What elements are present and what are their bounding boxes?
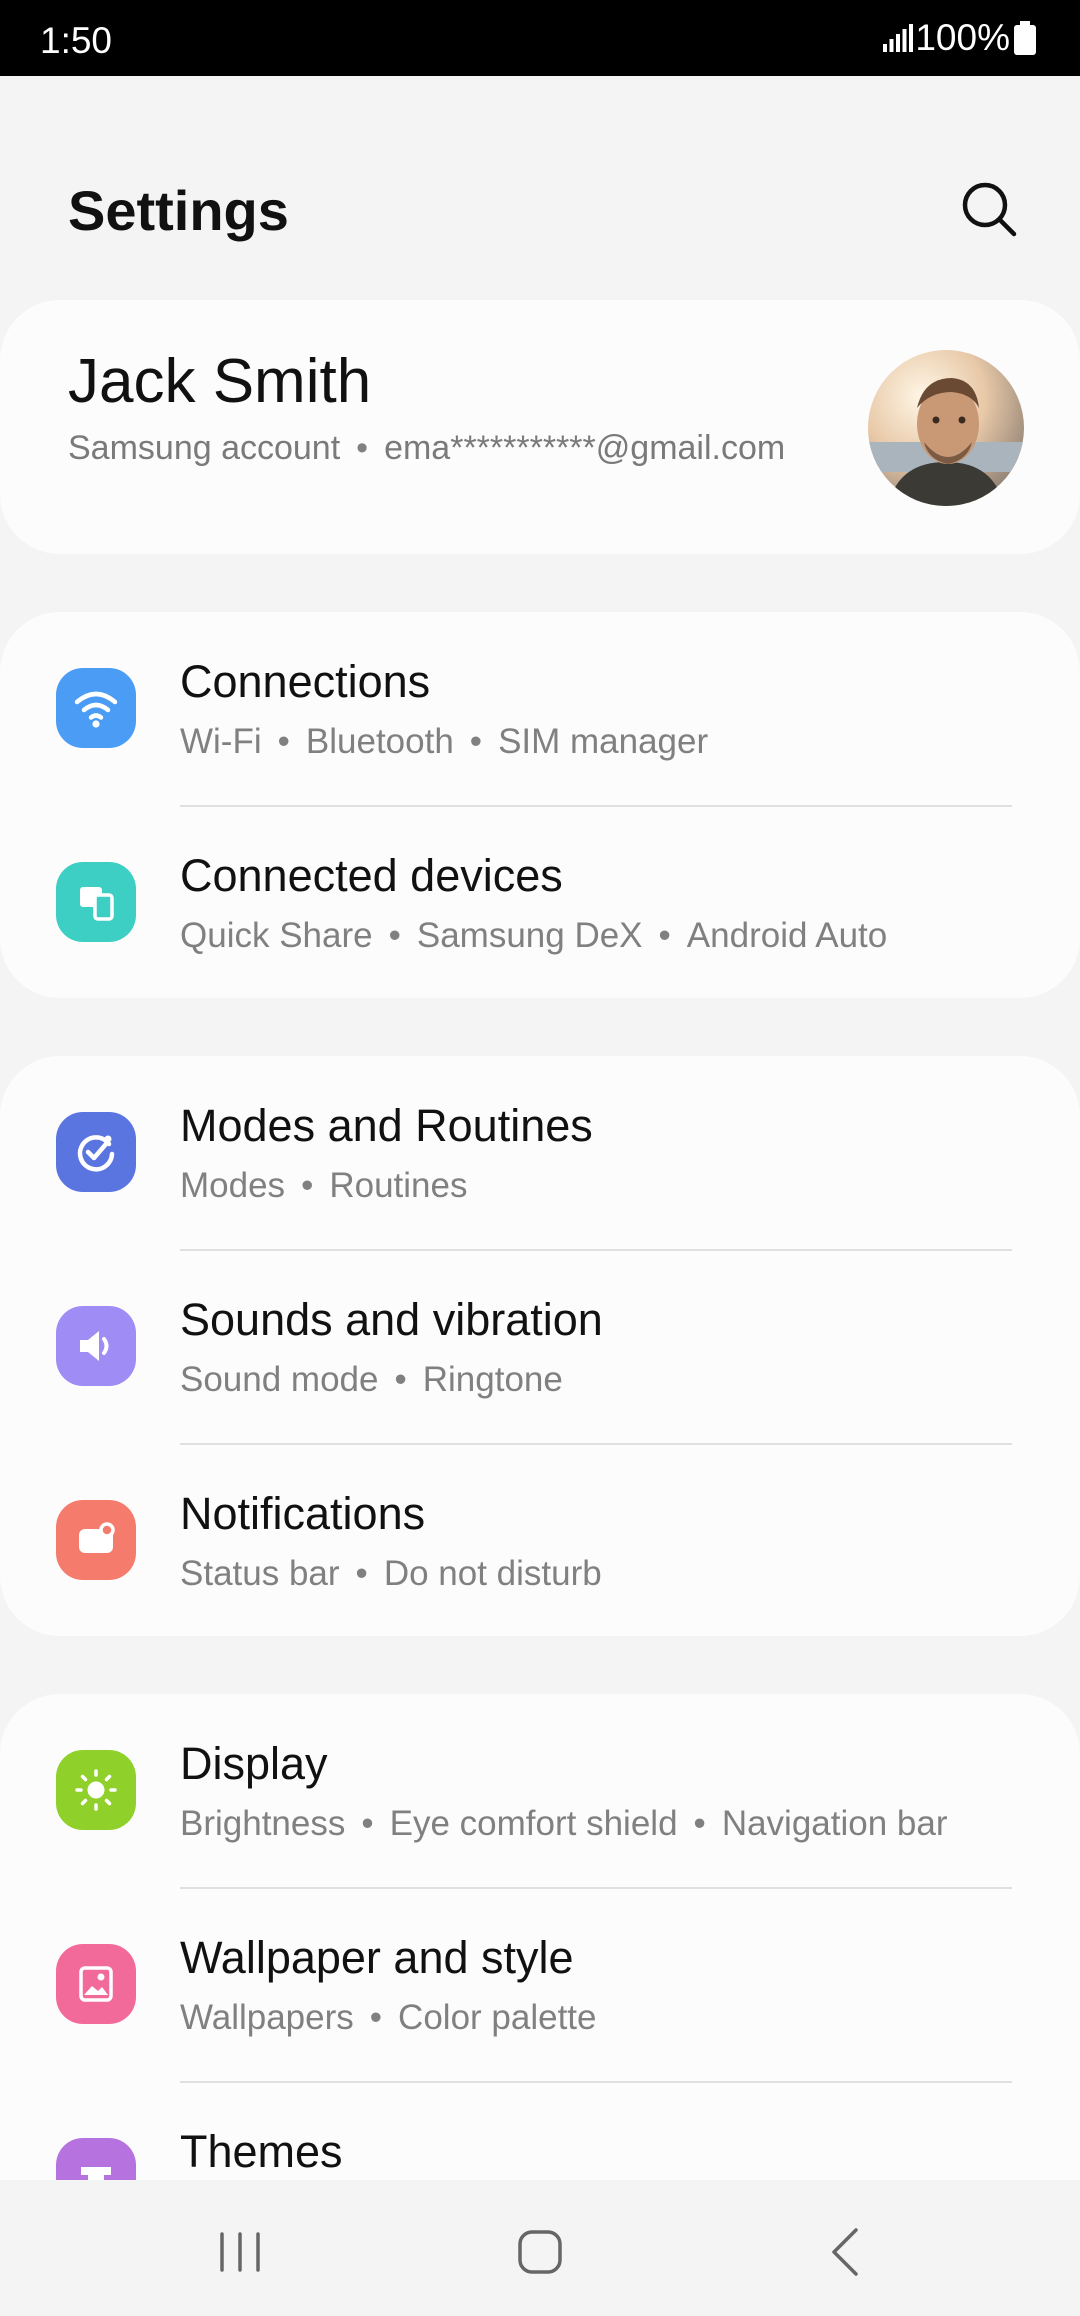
account-card[interactable]: Jack Smith Samsung account • ema**********… bbox=[0, 300, 1080, 554]
settings-group-display: Display Brightness • Eye comfort shield • Na… bbox=[0, 1694, 1080, 2180]
item-title: Connected devices bbox=[180, 850, 563, 901]
item-subtitle: Modes • Routines bbox=[180, 1166, 467, 1206]
account-subtitle: Samsung account • ema***********@gmail.com bbox=[68, 426, 808, 470]
item-sub-text: Eye comfort shield bbox=[389, 1804, 678, 1843]
separator-dot: • bbox=[693, 1804, 706, 1843]
item-sub-text: Android Auto bbox=[686, 916, 888, 955]
settings-item-notifications[interactable]: Notifications Status bar • Do not disturb bbox=[0, 1444, 1080, 1638]
separator-dot: • bbox=[355, 1554, 368, 1593]
separator-dot: • bbox=[388, 916, 401, 955]
separator-dot: • bbox=[658, 916, 671, 955]
separator-dot: • bbox=[301, 1166, 314, 1205]
recent-apps-button[interactable] bbox=[204, 2216, 276, 2288]
item-sub-text: Navigation bar bbox=[721, 1804, 948, 1843]
item-sub-text: Brightness bbox=[180, 1804, 346, 1843]
status-bar: 1:50 100% bbox=[0, 0, 1080, 76]
settings-item-modes-routines[interactable]: Modes and Routines Modes • Routines bbox=[0, 1056, 1080, 1250]
item-subtitle: Status bar • Do not disturb bbox=[180, 1554, 602, 1594]
settings-item-wallpaper[interactable]: Wallpaper and style Wallpapers • Color pal… bbox=[0, 1888, 1080, 2082]
separator-dot: • bbox=[356, 429, 369, 467]
search-button[interactable] bbox=[958, 178, 1022, 242]
item-subtitle: Brightness • Eye comfort shield • Navigation… bbox=[180, 1804, 948, 1844]
avatar[interactable] bbox=[868, 350, 1024, 506]
routines-icon bbox=[56, 1112, 136, 1192]
signal-icon bbox=[883, 24, 914, 52]
item-sub-text: Wallpapers bbox=[180, 1998, 354, 2037]
home-button[interactable] bbox=[504, 2216, 576, 2288]
settings-item-sounds[interactable]: Sounds and vibration Sound mode • Ringtone bbox=[0, 1250, 1080, 1444]
search-icon bbox=[962, 182, 1017, 237]
item-sub-text: Status bar bbox=[180, 1554, 340, 1593]
back-button[interactable] bbox=[810, 2216, 882, 2288]
profile-photo bbox=[868, 350, 1024, 506]
settings-item-connections[interactable]: Connections Wi-Fi • Bluetooth • SIM manager bbox=[0, 612, 1080, 806]
separator-dot: • bbox=[277, 722, 290, 761]
notification-icon bbox=[56, 1500, 136, 1580]
settings-item-connected-devices[interactable]: Connected devices Quick Share • Samsung De… bbox=[0, 806, 1080, 1000]
item-sub-text: Routines bbox=[329, 1166, 468, 1205]
item-subtitle: Sound mode • Ringtone bbox=[180, 1360, 563, 1400]
item-title: Themes bbox=[180, 2126, 343, 2177]
home-icon bbox=[518, 2230, 562, 2274]
wallpaper-icon bbox=[56, 1944, 136, 2024]
item-sub-text: Do not disturb bbox=[383, 1554, 602, 1593]
item-sub-text: Sound mode bbox=[180, 1360, 379, 1399]
separator-dot: • bbox=[469, 722, 483, 761]
item-sub-text: Modes bbox=[180, 1166, 286, 1205]
item-sub-text: Quick Share bbox=[180, 916, 373, 955]
separator-dot: • bbox=[361, 1804, 374, 1843]
devices-icon bbox=[56, 862, 136, 942]
themes-icon bbox=[56, 2138, 136, 2180]
item-sub-text: Samsung DeX bbox=[416, 916, 643, 955]
account-label: Samsung account bbox=[68, 429, 341, 467]
separator-dot: • bbox=[394, 1360, 407, 1399]
settings-item-themes[interactable]: Themes bbox=[0, 2082, 1080, 2180]
speaker-icon bbox=[56, 1306, 136, 1386]
item-sub-text: Ringtone bbox=[422, 1360, 563, 1399]
item-title: Display bbox=[180, 1738, 328, 1789]
settings-group-modes: Modes and Routines Modes • Routines Sounds… bbox=[0, 1056, 1080, 1636]
item-title: Notifications bbox=[180, 1488, 426, 1539]
navigation-bar bbox=[0, 2180, 1080, 2316]
separator-dot: • bbox=[369, 1998, 383, 2037]
sun-icon bbox=[56, 1750, 136, 1830]
account-email: ema***********@gmail.com bbox=[384, 429, 786, 467]
settings-item-display[interactable]: Display Brightness • Eye comfort shield • Na… bbox=[0, 1694, 1080, 1888]
item-sub-text: SIM manager bbox=[498, 722, 709, 761]
item-sub-text: Wi-Fi bbox=[180, 722, 262, 761]
item-sub-text: Bluetooth bbox=[305, 722, 454, 761]
wifi-icon bbox=[56, 668, 136, 748]
item-title: Connections bbox=[180, 656, 431, 707]
battery-percent: 100% bbox=[915, 17, 1010, 58]
battery-icon bbox=[1014, 21, 1036, 55]
item-subtitle: Wi-Fi • Bluetooth • SIM manager bbox=[180, 722, 708, 762]
item-subtitle: Wallpapers • Color palette bbox=[180, 1998, 597, 2038]
item-title: Modes and Routines bbox=[180, 1100, 593, 1151]
back-icon bbox=[832, 2228, 858, 2276]
item-title: Wallpaper and style bbox=[180, 1932, 574, 1983]
page-title: Settings bbox=[68, 179, 289, 242]
item-title: Sounds and vibration bbox=[180, 1294, 603, 1345]
recent-apps-icon bbox=[220, 2232, 260, 2272]
account-name: Jack Smith bbox=[68, 347, 372, 416]
settings-group-connections: Connections Wi-Fi • Bluetooth • SIM manager … bbox=[0, 612, 1080, 998]
item-sub-text: Color palette bbox=[398, 1998, 597, 2037]
item-subtitle: Quick Share • Samsung DeX • Android Auto bbox=[180, 916, 887, 956]
status-time: 1:50 bbox=[40, 20, 113, 61]
